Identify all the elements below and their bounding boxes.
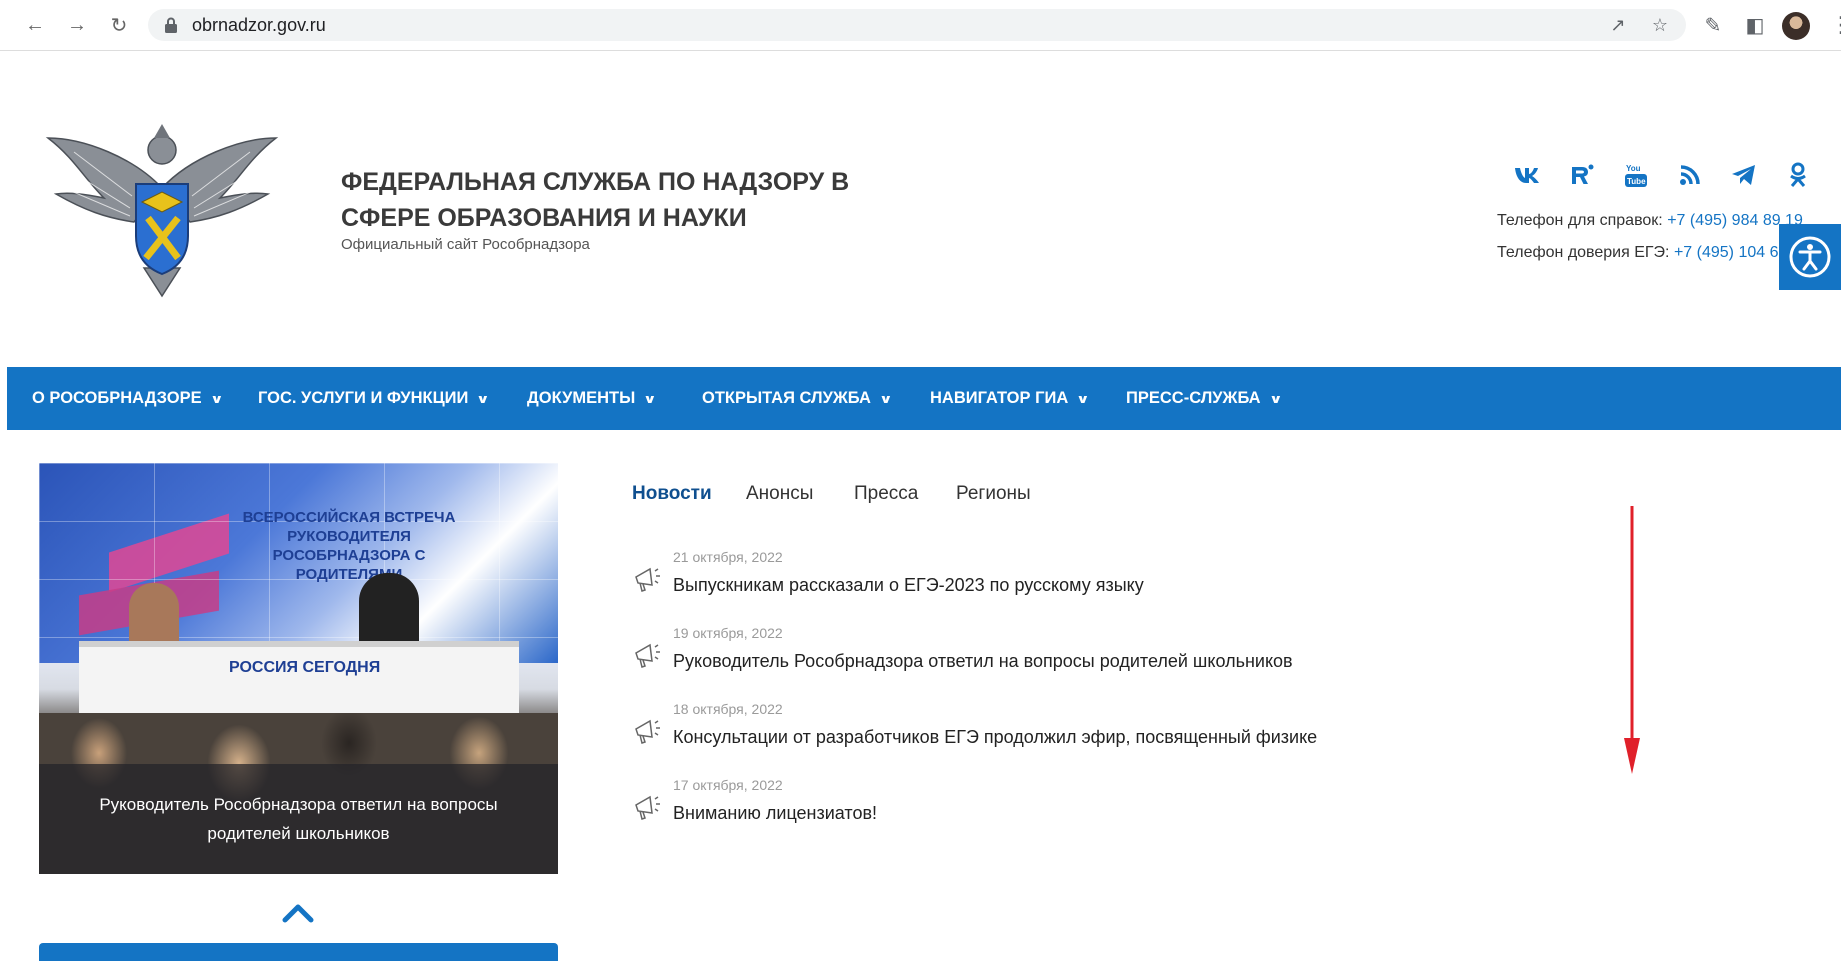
news-date: 21 октября, 2022	[673, 549, 783, 565]
tab-announcements[interactable]: Анонсы	[746, 483, 813, 505]
forward-icon[interactable]: →	[64, 12, 90, 38]
backdrop-banner-text: ВСЕРОССИЙСКАЯ ВСТРЕЧА РУКОВОДИТЕЛЯ РОСОБ…	[242, 509, 456, 583]
nav-item-label: ДОКУМЕНТЫ	[527, 389, 636, 407]
red-down-arrow	[1624, 506, 1640, 774]
nav-item-label: НАВИГАТОР ГИА	[930, 389, 1069, 407]
rutube-icon[interactable]	[1567, 160, 1597, 190]
phone-ege: Телефон доверия ЕГЭ: +7 (495) 104 6	[1497, 244, 1778, 262]
chevron-down-icon: ∨	[476, 391, 491, 406]
odnoklassniki-icon[interactable]	[1783, 160, 1813, 190]
reload-icon[interactable]: ↻	[106, 12, 132, 38]
news-date: 18 октября, 2022	[673, 701, 783, 717]
nav-item-gia-navigator[interactable]: НАВИГАТОР ГИА ∨	[930, 367, 1090, 430]
accessibility-button[interactable]	[1779, 224, 1841, 290]
youtube-icon[interactable]: You Tube	[1621, 160, 1651, 190]
chevron-down-icon: ∨	[1268, 391, 1283, 406]
browser-toolbar: ← → ↻ obrnadzor.gov.ru ↗ ☆ ✎ ◧ ⋮	[0, 0, 1841, 51]
site-subtitle: Официальный сайт Рособрнадзора	[341, 236, 590, 253]
news-title[interactable]: Консультации от разработчиков ЕГЭ продол…	[673, 727, 1317, 748]
nav-item-label: ГОС. УСЛУГИ И ФУНКЦИИ	[258, 389, 469, 407]
svg-text:Tube: Tube	[1627, 177, 1646, 186]
nav-item-label: О РОСОБРНАДЗОРЕ	[32, 389, 202, 407]
tab-press[interactable]: Пресса	[854, 483, 918, 505]
browser-menu-icon[interactable]: ⋮	[1830, 12, 1841, 38]
nav-item-open-service[interactable]: ОТКРЫТАЯ СЛУЖБА ∨	[702, 367, 893, 430]
phone-ege-label: Телефон доверия ЕГЭ:	[1497, 244, 1670, 261]
blue-panel[interactable]	[39, 943, 558, 961]
megaphone-icon	[635, 719, 660, 744]
share-icon[interactable]: ↗	[1606, 13, 1630, 37]
telegram-icon[interactable]	[1729, 160, 1759, 190]
phone-info-label: Телефон для справок:	[1497, 212, 1663, 229]
nav-item-services[interactable]: ГОС. УСЛУГИ И ФУНКЦИИ ∨	[258, 367, 491, 430]
phone-info: Телефон для справок: +7 (495) 984 89 19	[1497, 212, 1803, 230]
nav-item-about[interactable]: О РОСОБРНАДЗОРЕ ∨	[32, 367, 224, 430]
chevron-down-icon: ∨	[879, 391, 893, 406]
phone-ege-link[interactable]: +7 (495) 104 6	[1674, 244, 1779, 261]
nav-item-label: ОТКРЫТАЯ СЛУЖБА	[702, 389, 871, 407]
chevron-down-icon: ∨	[643, 391, 657, 406]
megaphone-icon	[635, 795, 660, 820]
main-navigation: О РОСОБРНАДЗОРЕ ∨ ГОС. УСЛУГИ И ФУНКЦИИ ∨ …	[7, 367, 1841, 430]
news-title[interactable]: Вниманию лицензиатов!	[673, 803, 877, 824]
side-panel-icon[interactable]: ◧	[1742, 12, 1768, 38]
svg-text:You: You	[1626, 164, 1641, 173]
address-bar[interactable]: obrnadzor.gov.ru ↗ ☆	[148, 9, 1686, 41]
chevron-down-icon: ∨	[209, 391, 224, 406]
accessibility-icon	[1789, 236, 1831, 278]
nav-item-label: ПРЕСС-СЛУЖБА	[1126, 389, 1261, 407]
nav-item-documents[interactable]: ДОКУМЕНТЫ ∨	[527, 367, 657, 430]
chevron-up-icon[interactable]	[281, 898, 315, 926]
extensions-icon[interactable]: ✎	[1700, 12, 1726, 38]
rss-icon[interactable]	[1675, 160, 1705, 190]
profile-avatar[interactable]	[1782, 12, 1810, 40]
megaphone-icon	[635, 643, 660, 668]
vk-icon[interactable]	[1512, 160, 1542, 190]
tab-news[interactable]: Новости	[632, 483, 712, 505]
news-title[interactable]: Выпускникам рассказали о ЕГЭ-2023 по рус…	[673, 575, 1144, 596]
bookmark-star-icon[interactable]: ☆	[1648, 13, 1672, 37]
back-icon[interactable]: ←	[22, 12, 48, 38]
featured-news-image[interactable]: ВСЕРОССИЙСКАЯ ВСТРЕЧА РУКОВОДИТЕЛЯ РОСОБ…	[39, 463, 558, 874]
chevron-down-icon: ∨	[1076, 391, 1090, 406]
featured-news-caption[interactable]: Руководитель Рособрнадзора ответил на во…	[39, 764, 558, 874]
news-date: 19 октября, 2022	[673, 625, 783, 641]
news-title[interactable]: Руководитель Рособрнадзора ответил на во…	[673, 651, 1293, 672]
megaphone-icon	[635, 567, 660, 592]
rosobrnadzor-logo[interactable]	[44, 118, 280, 298]
nav-item-press-service[interactable]: ПРЕСС-СЛУЖБА ∨	[1126, 367, 1283, 430]
news-date: 17 октября, 2022	[673, 777, 783, 793]
site-title: ФЕДЕРАЛЬНАЯ СЛУЖБА ПО НАДЗОРУ В СФЕРЕ ОБ…	[341, 168, 850, 232]
url-text: obrnadzor.gov.ru	[192, 15, 326, 35]
photo-brand-text: РОССИЯ СЕГОДНЯ	[229, 659, 381, 676]
tab-regions[interactable]: Регионы	[956, 483, 1031, 505]
lock-icon	[165, 17, 177, 33]
